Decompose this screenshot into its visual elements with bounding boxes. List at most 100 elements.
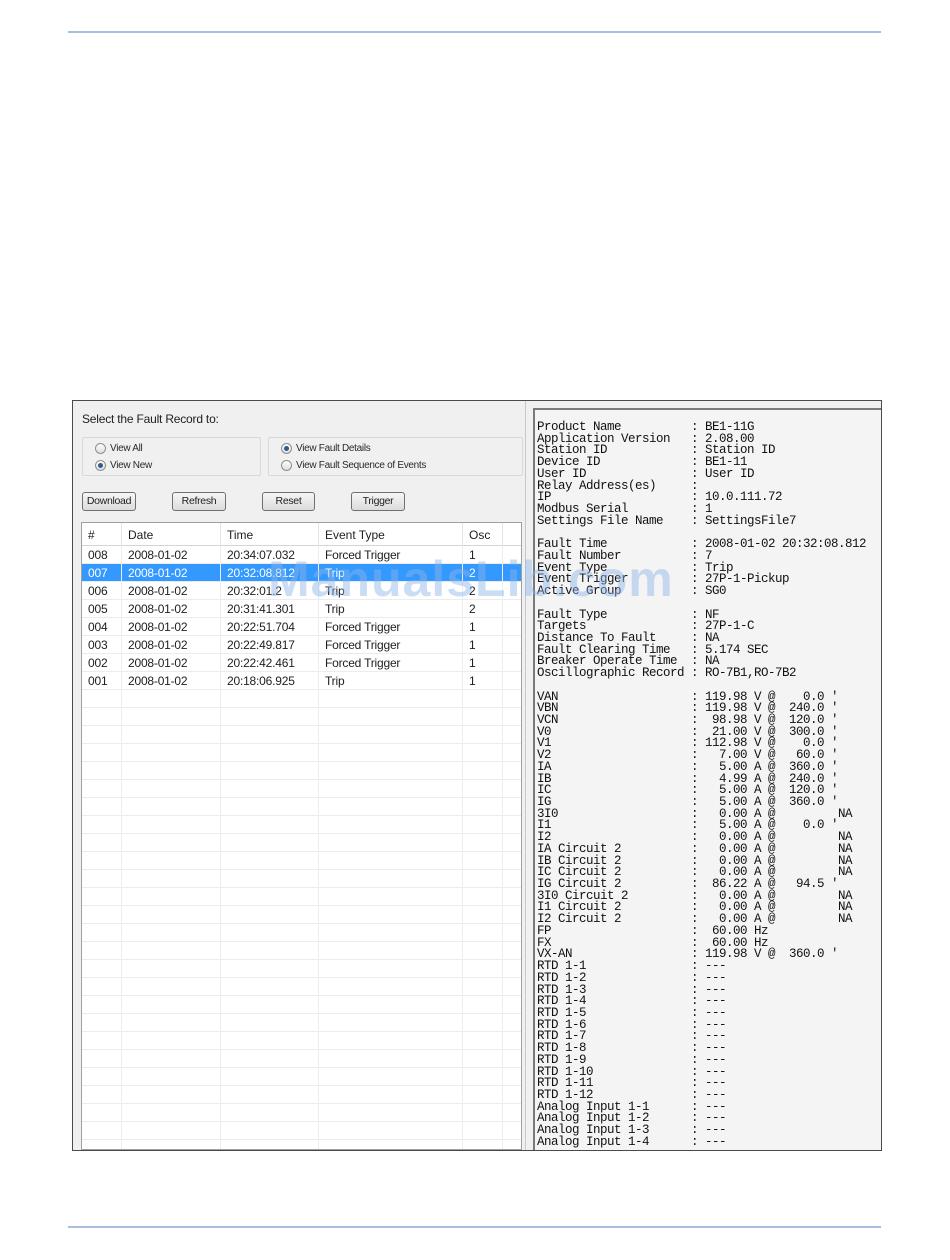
empty-table-row [82,744,521,762]
table-cell-time: 20:22:42.461 [221,654,319,672]
column-header-time[interactable]: Time [221,523,319,546]
table-cell-event: Forced Trigger [319,546,463,564]
empty-table-cell [503,1014,521,1032]
table-cell-osc: 1 [463,546,503,564]
table-cell-spacer [503,618,521,636]
table-row[interactable]: 001 2008-01-02 20:18:06.925 Trip 1 [82,672,521,690]
table-header: # Date Time Event Type Osc [82,523,521,546]
table-cell-spacer [503,636,521,654]
empty-table-cell [503,780,521,798]
empty-table-cell [122,978,221,996]
refresh-button[interactable]: Refresh [172,492,226,511]
radio-icon[interactable] [95,443,106,454]
empty-table-cell [221,708,319,726]
empty-table-cell [122,1140,221,1149]
table-cell-time: 20:31:41.301 [221,600,319,618]
fault-details-report: Product Name : BE1-11G Application Versio… [537,421,867,1149]
table-row[interactable]: 007 2008-01-02 20:32:08.812 Trip 2 [82,564,521,582]
table-row[interactable]: 005 2008-01-02 20:31:41.301 Trip 2 [82,600,521,618]
empty-table-cell [82,1104,122,1122]
empty-table-cell [503,870,521,888]
table-row[interactable]: 003 2008-01-02 20:22:49.817 Forced Trigger 1 [82,636,521,654]
empty-table-row [82,1032,521,1050]
empty-table-cell [221,780,319,798]
empty-table-cell [463,996,503,1014]
empty-table-cell [463,1014,503,1032]
empty-table-cell [503,816,521,834]
empty-table-cell [463,780,503,798]
table-cell-date: 2008-01-02 [122,582,221,600]
view-fault-details-radio[interactable]: View Fault Details [281,443,371,454]
empty-table-cell [319,924,463,942]
empty-table-cell [122,1014,221,1032]
column-header-number[interactable]: # [82,523,122,546]
table-cell-date: 2008-01-02 [122,546,221,564]
fault-details-report-pane[interactable]: Product Name : BE1-11G Application Versio… [533,408,881,1150]
empty-table-cell [82,888,122,906]
reset-button[interactable]: Reset [262,492,315,511]
view-fault-details-label: View Fault Details [296,443,371,454]
trigger-button[interactable]: Trigger [351,492,405,511]
empty-table-cell [122,942,221,960]
view-new-radio[interactable]: View New [95,460,152,471]
empty-table-cell [82,978,122,996]
empty-table-cell [319,960,463,978]
table-row[interactable]: 004 2008-01-02 20:22:51.704 Forced Trigger 1 [82,618,521,636]
empty-table-cell [319,1050,463,1068]
empty-table-row [82,708,521,726]
page-top-rule [68,31,881,33]
empty-table-cell [319,780,463,798]
empty-table-cell [319,798,463,816]
radio-checked-icon[interactable] [95,460,106,471]
page-bottom-rule [68,1226,881,1228]
empty-table-cell [463,1050,503,1068]
report-line: Oscillographic Record : RO-7B1,RO-7B2 [537,666,797,681]
report-line: Settings File Name : SettingsFile7 [537,513,797,528]
empty-table-cell [82,690,122,708]
table-cell-event: Forced Trigger [319,654,463,672]
empty-table-cell [82,1014,122,1032]
empty-table-row [82,870,521,888]
empty-table-cell [463,798,503,816]
download-button[interactable]: Download [82,492,136,511]
radio-checked-icon[interactable] [281,443,292,454]
empty-table-cell [122,816,221,834]
empty-table-cell [221,834,319,852]
empty-table-cell [221,798,319,816]
table-cell-spacer [503,546,521,564]
empty-table-cell [122,888,221,906]
table-cell-date: 2008-01-02 [122,636,221,654]
table-cell-osc: 1 [463,636,503,654]
empty-table-cell [122,690,221,708]
empty-table-cell [503,906,521,924]
empty-table-cell [503,942,521,960]
empty-table-cell [503,996,521,1014]
empty-table-cell [221,1014,319,1032]
fault-record-table[interactable]: # Date Time Event Type Osc 008 2008-01-02… [81,522,522,1150]
empty-table-cell [122,1122,221,1140]
column-header-date[interactable]: Date [122,523,221,546]
empty-table-cell [82,834,122,852]
table-row[interactable]: 002 2008-01-02 20:22:42.461 Forced Trigger 1 [82,654,521,672]
table-cell-date: 2008-01-02 [122,618,221,636]
table-row[interactable]: 006 2008-01-02 20:32:01.2 Trip 2 [82,582,521,600]
empty-table-row [82,888,521,906]
column-header-osc[interactable]: Osc [463,523,503,546]
empty-table-cell [82,1050,122,1068]
table-cell-spacer [503,654,521,672]
view-all-label: View All [110,443,143,454]
pane-splitter[interactable] [525,401,533,1150]
empty-table-row [82,816,521,834]
view-fault-sequence-label: View Fault Sequence of Events [296,460,427,471]
empty-table-cell [221,960,319,978]
table-row[interactable]: 008 2008-01-02 20:34:07.032 Forced Trigger 1 [82,546,521,564]
empty-table-cell [503,744,521,762]
column-header-event-type[interactable]: Event Type [319,523,463,546]
table-cell-date: 2008-01-02 [122,654,221,672]
empty-table-cell [463,1122,503,1140]
table-cell-osc: 1 [463,654,503,672]
radio-icon[interactable] [281,460,292,471]
view-all-radio[interactable]: View All [95,443,143,454]
empty-table-cell [503,852,521,870]
view-fault-sequence-radio[interactable]: View Fault Sequence of Events [281,460,426,471]
